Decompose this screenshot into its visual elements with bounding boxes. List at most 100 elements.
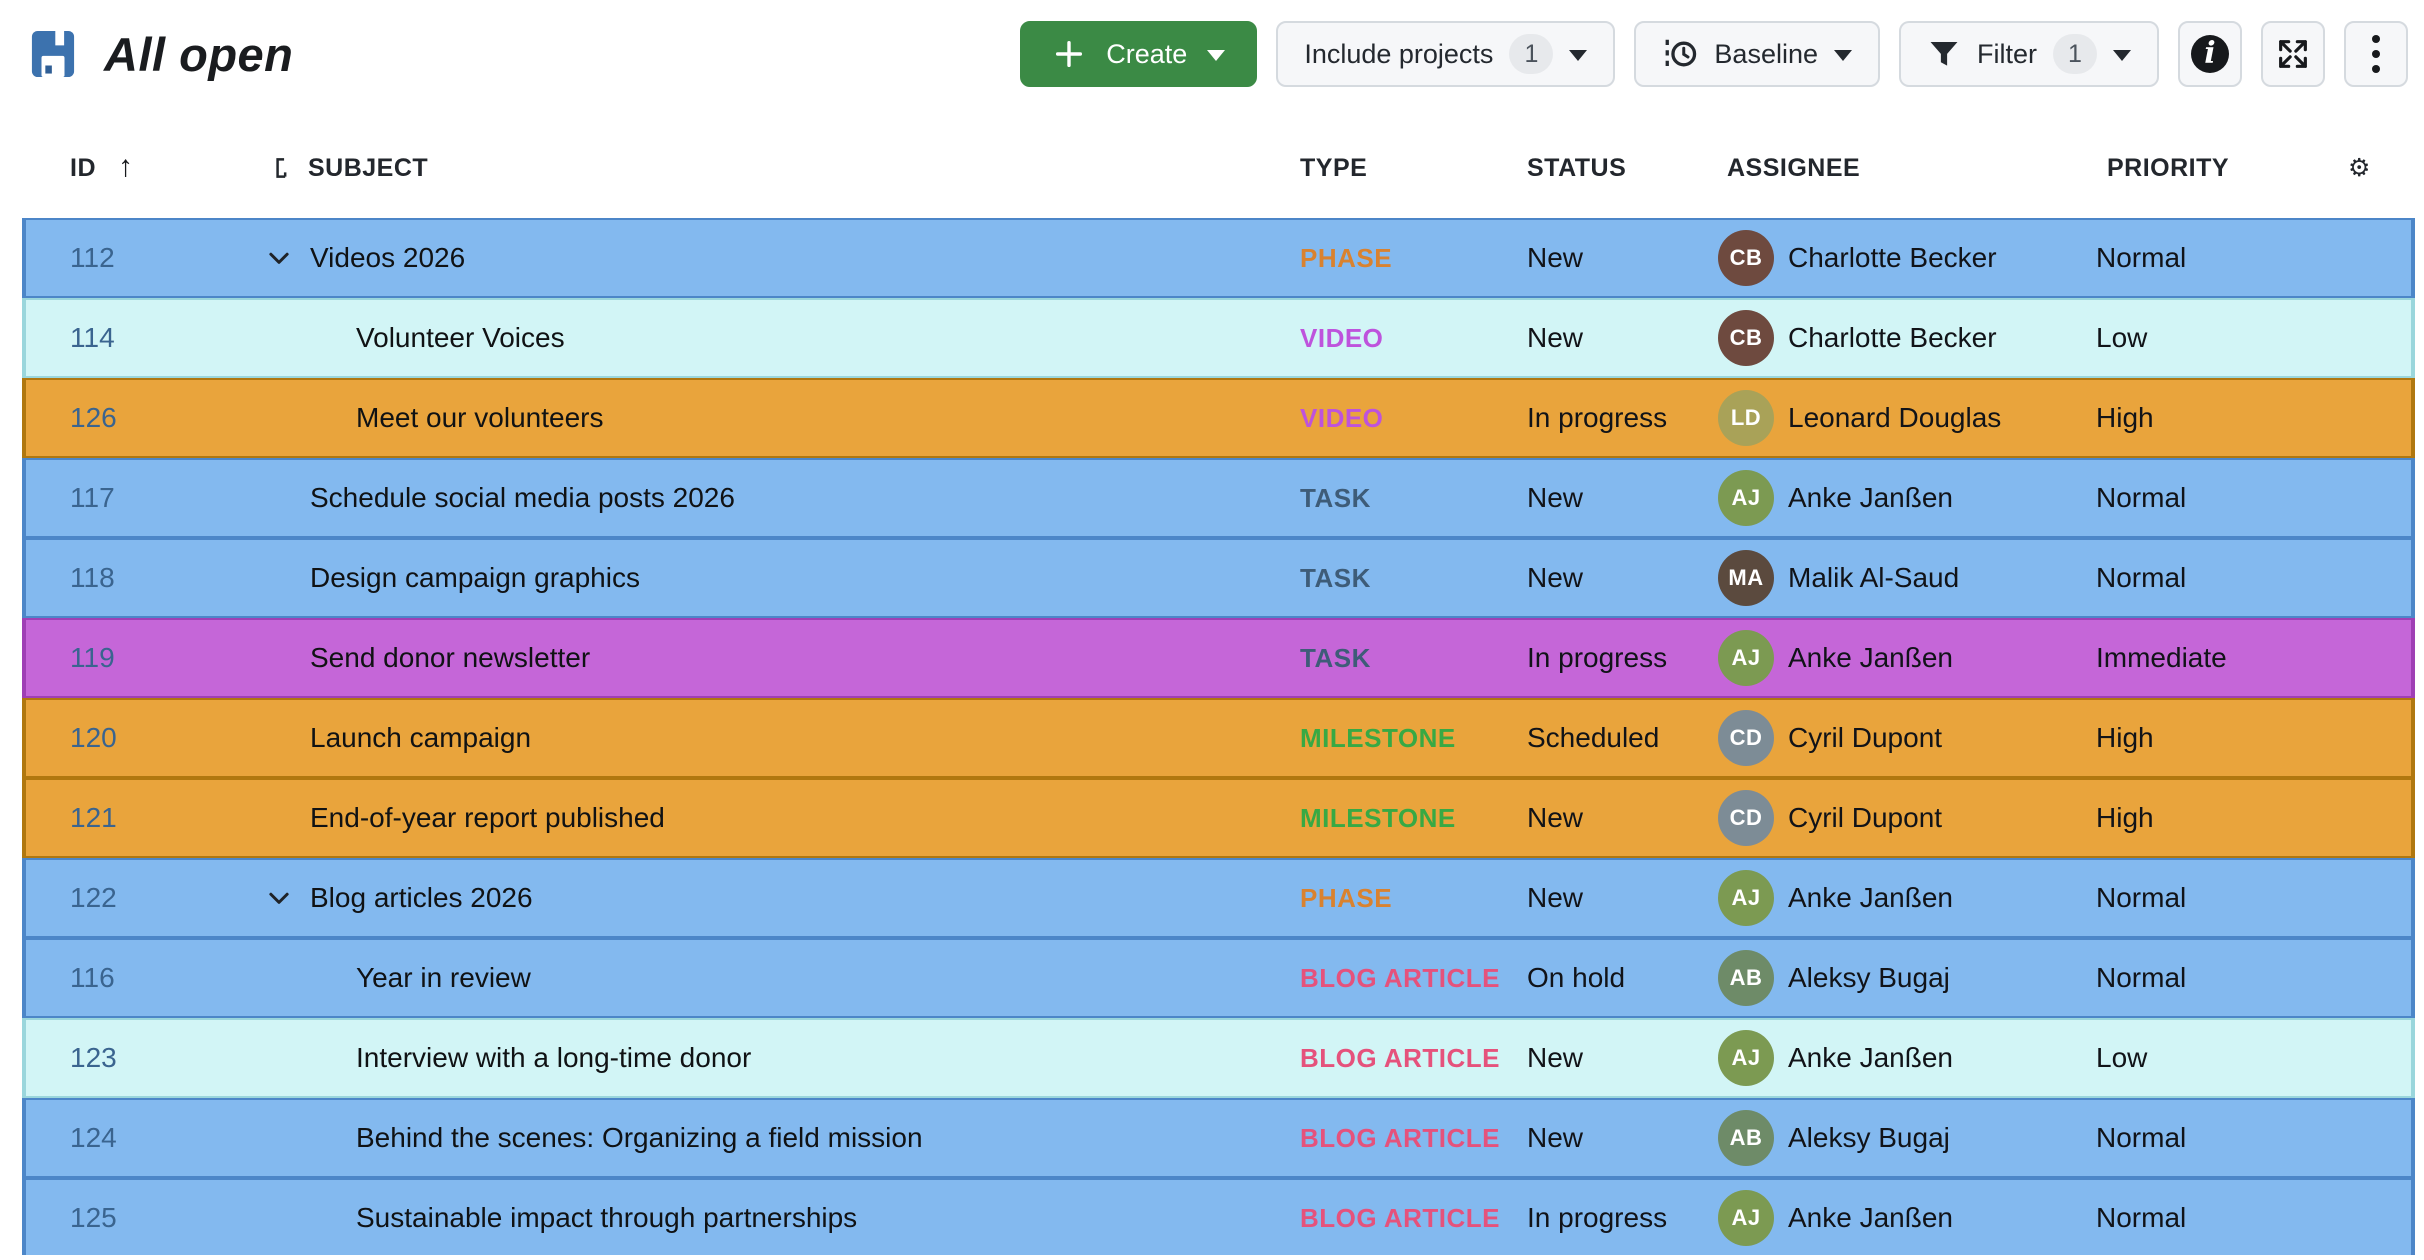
- work-package-assignee[interactable]: CBCharlotte Becker: [1718, 300, 1997, 376]
- work-package-type[interactable]: TASK: [1300, 460, 1371, 536]
- table-row[interactable]: 120Launch campaignMILESTONEScheduledCDCy…: [22, 698, 2415, 778]
- work-package-type[interactable]: PHASE: [1300, 860, 1392, 936]
- collapse-hierarchy-button[interactable]: [264, 220, 294, 296]
- work-package-id-link[interactable]: 126: [70, 380, 117, 456]
- work-package-status[interactable]: New: [1527, 460, 1583, 536]
- collapse-hierarchy-button[interactable]: [264, 860, 294, 936]
- work-package-subject[interactable]: Sustainable impact through partnerships: [356, 1180, 857, 1255]
- column-header-status[interactable]: STATUS: [1527, 138, 1626, 198]
- assignee-name[interactable]: Anke Janßen: [1788, 482, 1953, 514]
- work-package-status[interactable]: New: [1527, 780, 1583, 856]
- work-package-id-link[interactable]: 112: [70, 220, 115, 296]
- work-package-assignee[interactable]: AJAnke Janßen: [1718, 460, 1953, 536]
- work-package-type[interactable]: MILESTONE: [1300, 700, 1456, 776]
- work-package-subject[interactable]: Launch campaign: [310, 700, 531, 776]
- table-row[interactable]: 122 Blog articles 2026 PHASE New AJAnke Janß…: [22, 858, 2415, 938]
- column-header-subject[interactable]: SUBJECT: [270, 138, 428, 198]
- work-package-subject[interactable]: Meet our volunteers: [356, 380, 603, 456]
- work-package-subject[interactable]: Schedule social media posts 2026: [310, 460, 735, 536]
- column-header-priority[interactable]: PRIORITY: [2107, 138, 2229, 198]
- assignee-name[interactable]: Anke Janßen: [1788, 1202, 1953, 1234]
- assignee-name[interactable]: Anke Janßen: [1788, 642, 1953, 674]
- save-icon[interactable]: [30, 29, 76, 79]
- work-package-id-link[interactable]: 116: [70, 940, 115, 1016]
- work-package-type[interactable]: VIDEO: [1300, 380, 1383, 456]
- filter-button[interactable]: Filter 1: [1899, 21, 2159, 87]
- work-package-priority[interactable]: High: [2096, 700, 2154, 776]
- work-package-type[interactable]: BLOG ARTICLE: [1300, 940, 1500, 1016]
- work-package-id-link[interactable]: 120: [70, 700, 117, 776]
- work-package-priority[interactable]: Normal: [2096, 1180, 2186, 1255]
- work-package-id-link[interactable]: 123: [70, 1020, 117, 1096]
- work-package-id-link[interactable]: 117: [70, 460, 115, 536]
- work-package-id-link[interactable]: 118: [70, 540, 115, 616]
- work-package-id-link[interactable]: 125: [70, 1180, 117, 1255]
- work-package-subject[interactable]: Behind the scenes: Organizing a field mi…: [356, 1100, 923, 1176]
- assignee-name[interactable]: Anke Janßen: [1788, 882, 1953, 914]
- work-package-type[interactable]: BLOG ARTICLE: [1300, 1180, 1500, 1255]
- assignee-name[interactable]: Aleksy Bugaj: [1788, 962, 1950, 994]
- work-package-assignee[interactable]: MAMalik Al-Saud: [1718, 540, 1959, 616]
- work-package-id-link[interactable]: 124: [70, 1100, 117, 1176]
- work-package-type[interactable]: VIDEO: [1300, 300, 1383, 376]
- work-package-priority[interactable]: Normal: [2096, 460, 2186, 536]
- assignee-name[interactable]: Anke Janßen: [1788, 1042, 1953, 1074]
- work-package-status[interactable]: In progress: [1527, 620, 1667, 696]
- table-row[interactable]: 126 Meet our volunteers VIDEO In progress LD…: [22, 378, 2415, 458]
- column-header-type[interactable]: TYPE: [1300, 138, 1367, 198]
- work-package-priority[interactable]: Normal: [2096, 1100, 2186, 1176]
- work-package-status[interactable]: On hold: [1527, 940, 1625, 1016]
- table-row[interactable]: 114Volunteer VoicesVIDEONewCBCharlotte B…: [22, 298, 2415, 378]
- fullscreen-button[interactable]: [2261, 21, 2325, 87]
- work-package-status[interactable]: In progress: [1527, 380, 1667, 456]
- work-package-id-link[interactable]: 122: [70, 860, 117, 936]
- work-package-assignee[interactable]: AJAnke Janßen: [1718, 1180, 1953, 1255]
- work-package-priority[interactable]: Normal: [2096, 860, 2186, 936]
- assignee-name[interactable]: Cyril Dupont: [1788, 802, 1942, 834]
- assignee-name[interactable]: Cyril Dupont: [1788, 722, 1942, 754]
- work-package-subject[interactable]: Send donor newsletter: [310, 620, 590, 696]
- work-package-id-link[interactable]: 121: [70, 780, 117, 856]
- table-row[interactable]: 118Design campaign graphicsTASKNewMAMali…: [22, 538, 2415, 618]
- work-package-type[interactable]: BLOG ARTICLE: [1300, 1100, 1500, 1176]
- work-package-assignee[interactable]: AJAnke Janßen: [1718, 1020, 1953, 1096]
- work-package-subject[interactable]: Videos 2026: [310, 220, 465, 296]
- work-package-status[interactable]: New: [1527, 220, 1583, 296]
- assignee-name[interactable]: Malik Al-Saud: [1788, 562, 1959, 594]
- work-package-assignee[interactable]: AJAnke Janßen: [1718, 620, 1953, 696]
- assignee-name[interactable]: Leonard Douglas: [1788, 402, 2001, 434]
- work-package-assignee[interactable]: ABAleksy Bugaj: [1718, 1100, 1950, 1176]
- work-package-assignee[interactable]: AJAnke Janßen: [1718, 860, 1953, 936]
- work-package-priority[interactable]: Immediate: [2096, 620, 2227, 696]
- assignee-name[interactable]: Aleksy Bugaj: [1788, 1122, 1950, 1154]
- column-header-id[interactable]: ID ↑: [70, 138, 134, 198]
- work-package-status[interactable]: In progress: [1527, 1180, 1667, 1255]
- work-package-priority[interactable]: Normal: [2096, 940, 2186, 1016]
- assignee-name[interactable]: Charlotte Becker: [1788, 322, 1997, 354]
- work-package-assignee[interactable]: ABAleksy Bugaj: [1718, 940, 1950, 1016]
- work-package-id-link[interactable]: 119: [70, 620, 115, 696]
- work-package-id-link[interactable]: 114: [70, 300, 115, 376]
- work-package-subject[interactable]: Design campaign graphics: [310, 540, 640, 616]
- work-package-subject[interactable]: Blog articles 2026: [310, 860, 533, 936]
- table-row[interactable]: 125 Sustainable impact through partnershi…: [22, 1178, 2415, 1255]
- work-package-type[interactable]: TASK: [1300, 620, 1371, 696]
- work-package-status[interactable]: New: [1527, 1020, 1583, 1096]
- work-package-assignee[interactable]: CDCyril Dupont: [1718, 700, 1942, 776]
- work-package-status[interactable]: New: [1527, 860, 1583, 936]
- work-package-type[interactable]: MILESTONE: [1300, 780, 1456, 856]
- table-row[interactable]: 123Interview with a long-time donorBLOG …: [22, 1018, 2415, 1098]
- work-package-assignee[interactable]: LDLeonard Douglas: [1718, 380, 2001, 456]
- work-package-subject[interactable]: Volunteer Voices: [356, 300, 565, 376]
- table-row[interactable]: 124 Behind the scenes: Organizing a field…: [22, 1098, 2415, 1178]
- work-package-assignee[interactable]: CBCharlotte Becker: [1718, 220, 1997, 296]
- work-package-status[interactable]: New: [1527, 540, 1583, 616]
- work-package-subject[interactable]: End-of-year report published: [310, 780, 665, 856]
- work-package-priority[interactable]: Normal: [2096, 540, 2186, 616]
- table-row[interactable]: 116Year in reviewBLOG ARTICLEOn holdABAl…: [22, 938, 2415, 1018]
- work-package-priority[interactable]: High: [2096, 780, 2154, 856]
- info-button[interactable]: i: [2178, 21, 2242, 87]
- create-button[interactable]: Create: [1020, 21, 1257, 87]
- work-package-priority[interactable]: Low: [2096, 1020, 2147, 1096]
- column-header-assignee[interactable]: ASSIGNEE: [1727, 138, 1860, 198]
